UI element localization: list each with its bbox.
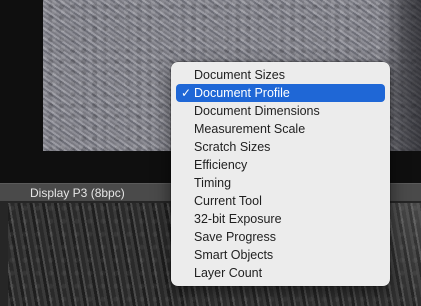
document-profile-readout[interactable]: Display P3 (8bpc) (30, 186, 125, 200)
checkmark-icon: ✓ (181, 86, 192, 100)
menu-item-32-bit-exposure[interactable]: 32-bit Exposure (176, 210, 385, 228)
menu-item-label: Save Progress (194, 230, 276, 244)
menu-item-document-profile[interactable]: ✓ Document Profile (176, 84, 385, 102)
photoshop-window: Display P3 (8bpc) Document Sizes ✓ Docum… (0, 0, 421, 306)
menu-item-label: Document Sizes (194, 68, 286, 82)
menu-item-label: Smart Objects (194, 248, 274, 262)
menu-item-current-tool[interactable]: Current Tool (176, 192, 385, 210)
status-info-popup-menu: Document Sizes ✓ Document Profile Docume… (171, 62, 390, 286)
menu-item-efficiency[interactable]: Efficiency (176, 156, 385, 174)
menu-item-smart-objects[interactable]: Smart Objects (176, 246, 385, 264)
menu-item-label: Document Profile (194, 86, 290, 100)
menu-item-label: 32-bit Exposure (194, 212, 282, 226)
menu-item-label: Measurement Scale (194, 122, 306, 136)
menu-item-scratch-sizes[interactable]: Scratch Sizes (176, 138, 385, 156)
menu-item-measurement-scale[interactable]: Measurement Scale (176, 120, 385, 138)
menu-item-label: Current Tool (194, 194, 262, 208)
menu-item-document-sizes[interactable]: Document Sizes (176, 66, 385, 84)
menu-item-label: Efficiency (194, 158, 248, 172)
menu-item-label: Layer Count (194, 266, 263, 280)
menu-item-document-dimensions[interactable]: Document Dimensions (176, 102, 385, 120)
menu-item-label: Scratch Sizes (194, 140, 271, 154)
menu-item-timing[interactable]: Timing (176, 174, 385, 192)
menu-item-layer-count[interactable]: Layer Count (176, 264, 385, 282)
menu-item-save-progress[interactable]: Save Progress (176, 228, 385, 246)
menu-item-label: Timing (194, 176, 232, 190)
menu-item-label: Document Dimensions (194, 104, 320, 118)
